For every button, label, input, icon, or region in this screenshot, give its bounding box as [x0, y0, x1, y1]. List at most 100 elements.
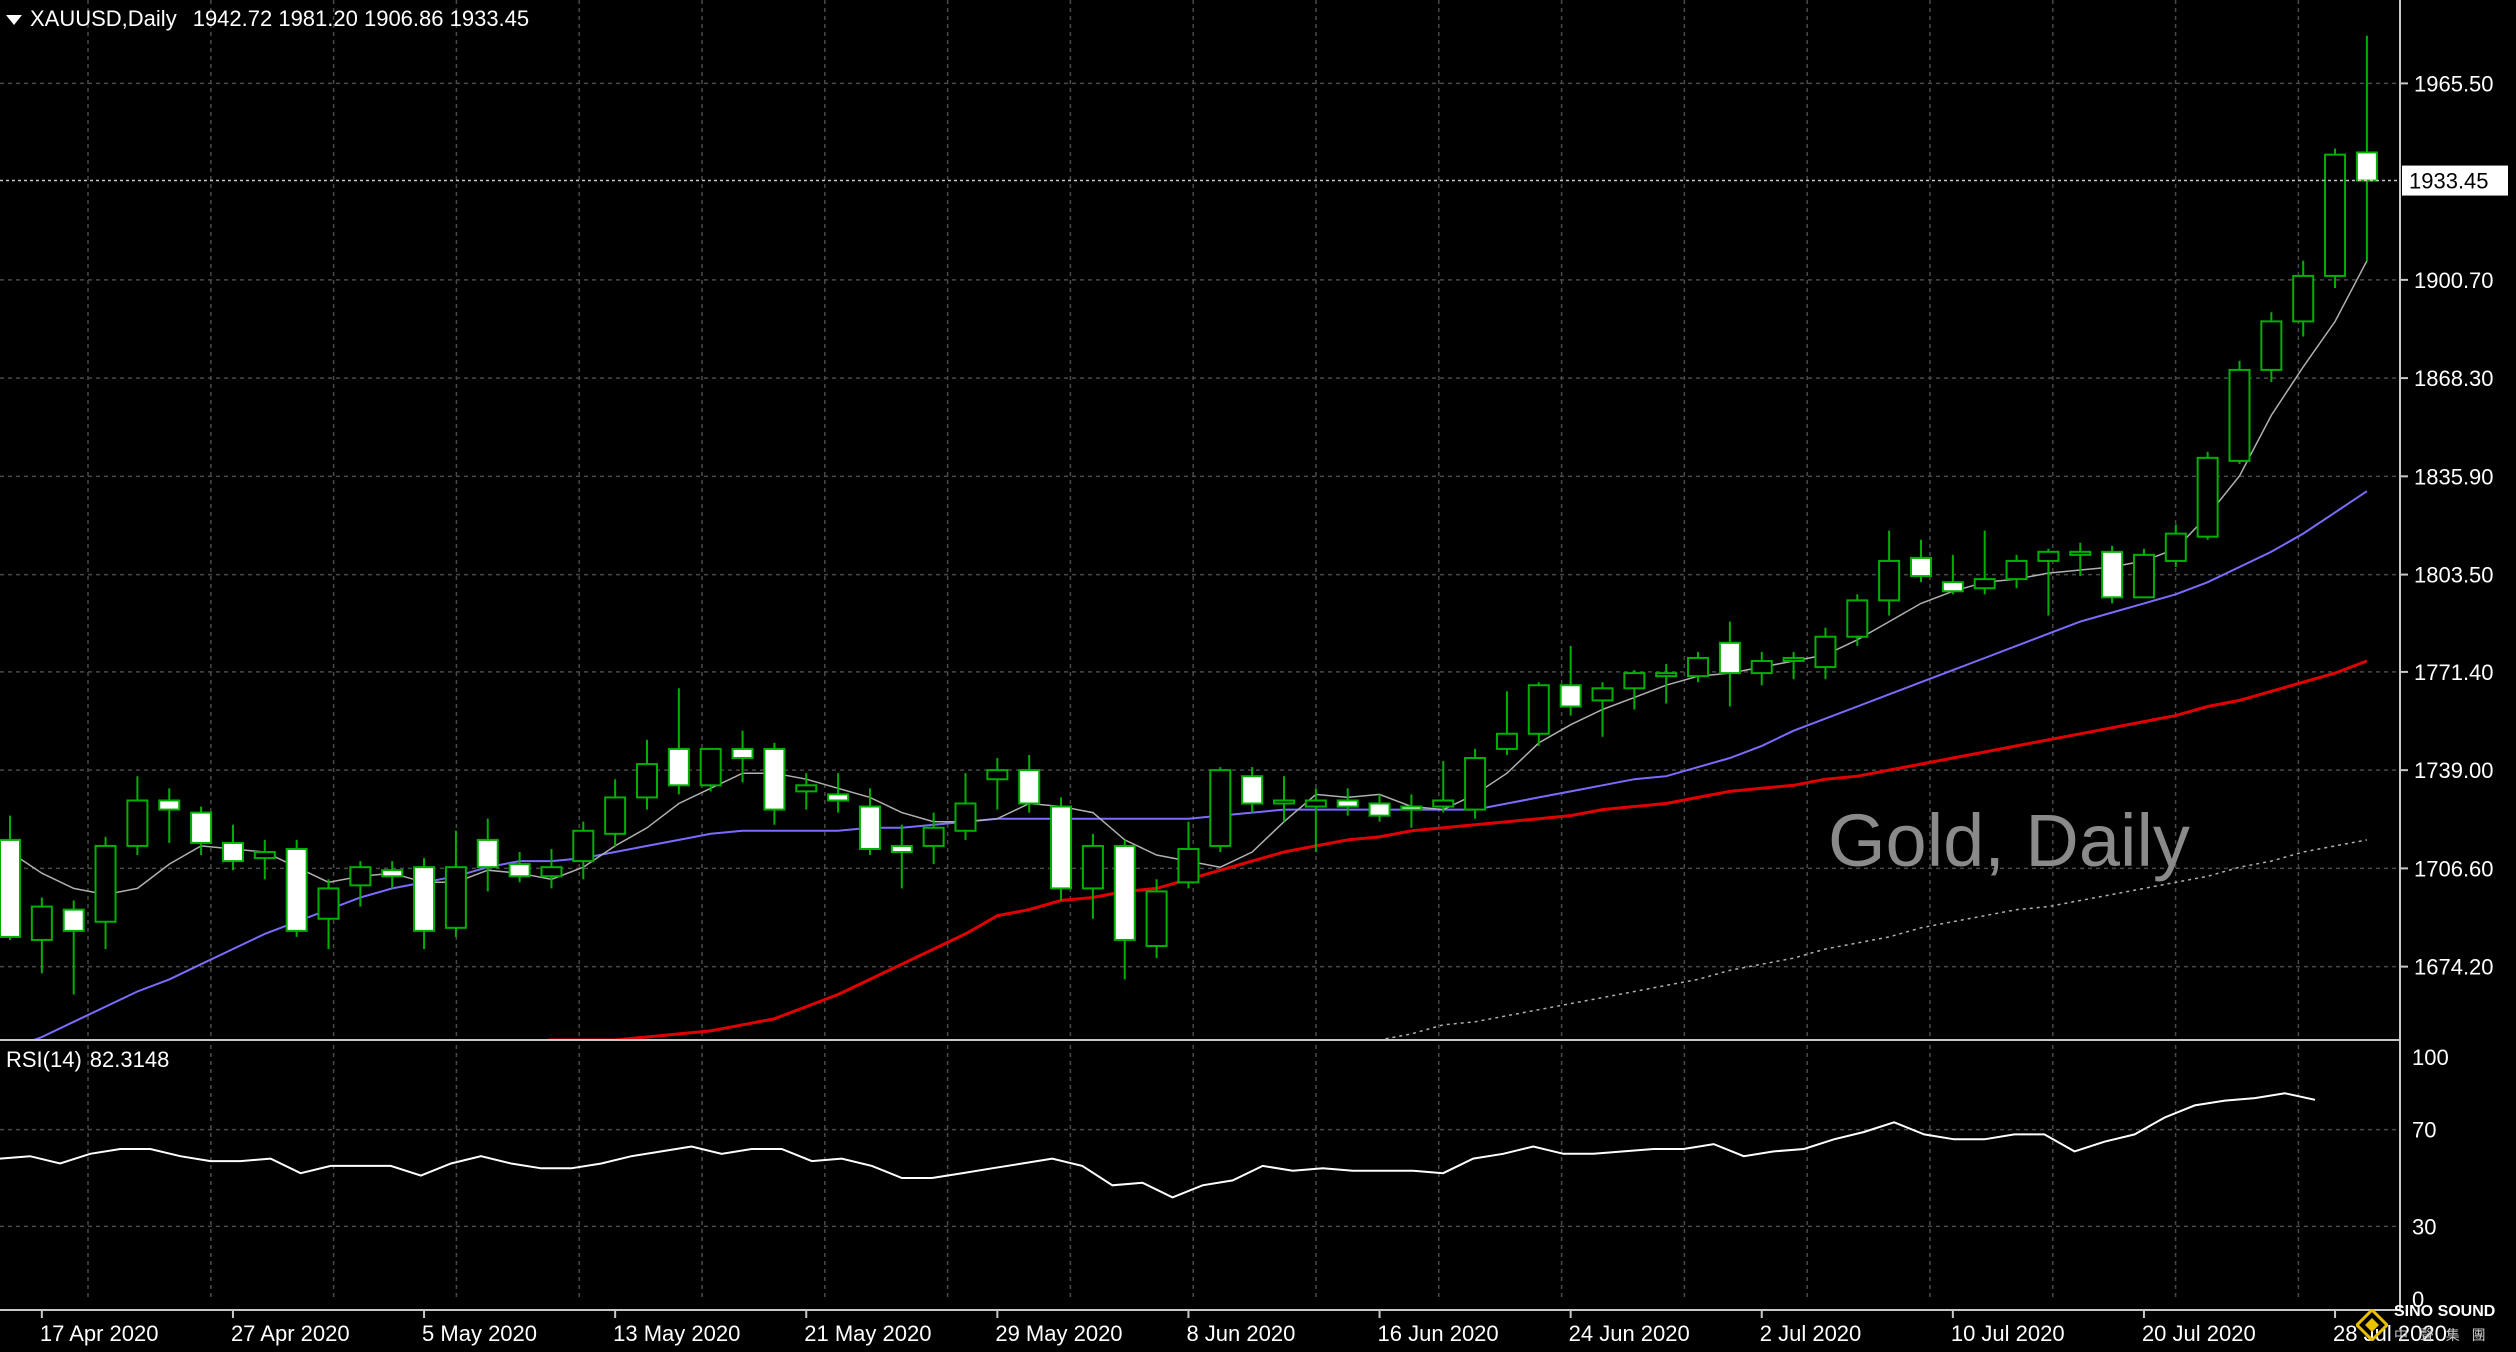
candle-bull [1591, 687, 1614, 702]
candle-bear [1241, 775, 1264, 805]
candle-bull [1527, 684, 1550, 735]
candle-bear [763, 747, 786, 811]
candle-bear [667, 747, 690, 787]
date-tick-label: 29 May 2020 [995, 1321, 1122, 1346]
candle-bull [2324, 153, 2347, 277]
candle-bear [0, 838, 21, 938]
candle-bull [444, 866, 467, 929]
candle-bear [890, 844, 913, 854]
candle-bull [2260, 320, 2283, 371]
candle-bull [1814, 635, 1837, 669]
candle-bull [1623, 672, 1646, 690]
candle-bull [2228, 368, 2251, 462]
price-tick-label: 1739.00 [2414, 758, 2494, 783]
candle-bull [2196, 456, 2219, 538]
candle-bull [699, 747, 722, 787]
candle-bull [1273, 799, 1295, 805]
rsi-line [0, 1092, 2316, 1199]
candle-bull [2005, 559, 2028, 581]
candle-bear [1718, 641, 1741, 675]
rsi-indicator [0, 1092, 2316, 1199]
candle-bull [253, 851, 276, 860]
date-tick-label: 24 Jun 2020 [1569, 1321, 1690, 1346]
candle-bull [1846, 599, 1869, 638]
ohlc-values: 1942.72 1981.20 1906.86 1933.45 [192, 6, 530, 31]
price-tick-label: 1771.40 [2414, 660, 2494, 685]
rsi-tick-label: 70 [2412, 1118, 2436, 1143]
candle-bear [1368, 802, 1391, 817]
candle-bull [2069, 550, 2092, 556]
candle-bull [126, 799, 149, 847]
candle-bull [1495, 732, 1518, 750]
candle-bear [1113, 844, 1136, 941]
candle-bull [1878, 559, 1901, 602]
brand-name: SINO SOUND [2394, 1303, 2496, 1320]
dropdown-triangle-icon[interactable] [6, 15, 22, 26]
date-tick-label: 13 May 2020 [613, 1321, 740, 1346]
rsi-tick-label: 100 [2412, 1045, 2449, 1070]
candle-bull [1687, 656, 1710, 678]
candle-bull [636, 763, 658, 799]
candle-bear [1941, 581, 1964, 593]
candle-bear [1559, 684, 1582, 708]
chart-watermark-title: Gold, Daily [1828, 799, 2190, 882]
candle-bull [1081, 844, 1104, 890]
rsi-value: 82.3148 [89, 1047, 170, 1072]
candle-bear [381, 869, 404, 878]
price-tick-label: 1803.50 [2414, 563, 2494, 588]
candle-bear [413, 866, 436, 932]
candle-bear [1018, 769, 1041, 805]
brand-subtitle: 中 聲 集 團 [2394, 1327, 2490, 1343]
candle-bear [1050, 805, 1073, 890]
candle-bull [1973, 578, 1996, 590]
candle-bear [827, 793, 850, 802]
candle-bull [2037, 550, 2060, 562]
grid [0, 0, 2400, 1300]
rsi-header: RSI(14) 82.3148 [6, 1047, 169, 1073]
candle-bear [1336, 799, 1359, 808]
price-tick-label: 1674.20 [2414, 955, 2494, 980]
price-tick-label: 1900.70 [2414, 268, 2494, 293]
candle-bear [190, 811, 213, 844]
chart-header: XAUUSD,Daily 1942.72 1981.20 1906.86 1933… [6, 6, 529, 32]
candle-bear [285, 847, 308, 932]
candle-bull [572, 829, 595, 863]
candle-bull [1782, 656, 1805, 662]
date-tick-label: 16 Jun 2020 [1378, 1321, 1499, 1346]
candle-bull [2132, 553, 2155, 599]
date-tick-label: 21 May 2020 [804, 1321, 931, 1346]
candle-bull [1750, 659, 1773, 675]
candle-bear [158, 799, 181, 811]
axes: 1965.50 1900.70 1868.30 1835.90 1803.50 1771.… [0, 0, 2508, 1346]
candle-bull [986, 769, 1009, 781]
rsi-tick-label: 30 [2412, 1214, 2436, 1239]
moving-averages [9, 260, 2368, 1040]
symbol-label: XAUUSD,Daily [30, 6, 177, 31]
date-tick-label: 20 Jul 2020 [2142, 1321, 2256, 1346]
price-tick-label: 1706.60 [2414, 856, 2494, 881]
brand-logo: SINO SOUND 中 聲 集 團 [2356, 1299, 2514, 1349]
date-tick-label: 5 May 2020 [422, 1321, 537, 1346]
candle-bull [1655, 672, 1678, 678]
candle-bear [62, 908, 85, 932]
candle-bear [221, 841, 244, 863]
candle-bear [508, 863, 531, 878]
candle-bull [604, 796, 627, 835]
candle-bull [317, 887, 340, 920]
candle-bull [1177, 847, 1200, 884]
candle-bull [1209, 769, 1232, 847]
candle-bull [1432, 799, 1455, 808]
date-tick-label: 17 Apr 2020 [40, 1321, 159, 1346]
candle-bull [1145, 890, 1168, 948]
date-tick-label: 8 Jun 2020 [1186, 1321, 1295, 1346]
candle-bull [922, 826, 945, 847]
candle-bear [2101, 550, 2124, 599]
candle-bear [1400, 805, 1423, 811]
candle-bull [349, 866, 372, 887]
candle-bear [476, 838, 499, 869]
price-tick-label: 1868.30 [2414, 366, 2494, 391]
candle-bull [795, 784, 818, 793]
date-tick-label: 10 Jul 2020 [1951, 1321, 2065, 1346]
rsi-name: RSI(14) [6, 1047, 82, 1072]
candle-bull [2164, 532, 2187, 562]
